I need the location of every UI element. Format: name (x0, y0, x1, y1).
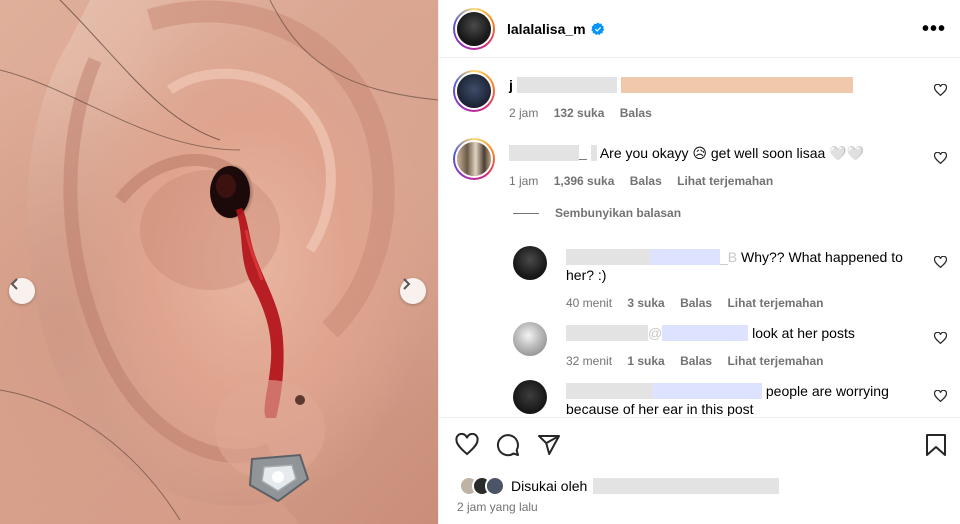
comment-button[interactable] (496, 433, 520, 457)
redacted-username (566, 249, 650, 265)
bookmark-icon (926, 434, 946, 456)
redacted-username (566, 383, 652, 399)
comment-like-icon[interactable] (933, 151, 948, 170)
author-username[interactable]: lalalalisa_m (507, 21, 586, 37)
reply-item: @ look at her posts 32 menit 1 suka Bala… (513, 322, 953, 368)
reply-likes[interactable]: 3 suka (627, 296, 664, 310)
commenter-username[interactable]: j (509, 77, 513, 93)
post-header: lalalalisa_m ••• (439, 0, 960, 58)
post-timestamp: 2 jam yang lalu (457, 500, 538, 514)
liked-by-row[interactable]: Disukai oleh (459, 476, 780, 496)
comment-like-icon[interactable] (933, 83, 948, 102)
redacted-username (516, 77, 617, 93)
share-icon (538, 435, 560, 455)
more-options-button[interactable]: ••• (922, 19, 946, 39)
next-photo-button[interactable] (400, 278, 426, 304)
save-button[interactable] (925, 433, 947, 457)
reply-likes[interactable]: 1 suka (627, 354, 664, 368)
reply-time: 32 menit (566, 354, 613, 368)
replier-avatar[interactable] (513, 246, 547, 280)
verified-icon (590, 22, 605, 36)
mention-prefix[interactable]: @ (648, 325, 662, 341)
post-sidebar: lalalalisa_m ••• j 2 jam 132 suka Balas (438, 0, 960, 524)
redacted-mention (662, 325, 749, 341)
reply-text: look at her posts (752, 325, 855, 341)
hide-replies-label: Sembunyikan balasan (555, 206, 682, 220)
replier-avatar[interactable] (513, 322, 547, 356)
see-translation-button[interactable]: Lihat terjemahan (677, 174, 773, 188)
reply-time: 40 menit (566, 296, 613, 310)
reply-button[interactable]: Balas (680, 296, 712, 310)
liker-avatar (485, 476, 505, 496)
comment-item: _ Are you okayy 😥 get well soon lisaa 🤍🤍… (453, 138, 953, 200)
reply-button[interactable]: Balas (680, 354, 712, 368)
redacted-username (590, 145, 597, 161)
commenter-avatar[interactable] (453, 70, 495, 112)
comments-list: j 2 jam 132 suka Balas _ Are you okayy 😥… (439, 58, 960, 416)
reply-button[interactable]: Balas (630, 174, 662, 188)
redacted-comment-text (620, 77, 853, 93)
redacted-username (509, 145, 579, 161)
see-translation-button[interactable]: Lihat terjemahan (727, 296, 823, 310)
redacted-liker-names (593, 478, 780, 494)
comment-icon (497, 434, 519, 457)
reply-button[interactable]: Balas (620, 106, 652, 120)
chevron-left-icon (10, 278, 18, 290)
redacted-mention (652, 383, 762, 399)
redacted-username (566, 325, 648, 341)
reply-like-icon[interactable] (933, 331, 948, 350)
chevron-right-icon (403, 278, 411, 290)
divider-line (513, 212, 539, 214)
ear-photo-illustration (0, 0, 438, 524)
hide-replies-button[interactable]: Sembunyikan balasan (513, 206, 681, 220)
comment-likes[interactable]: 132 suka (554, 106, 605, 120)
comment-likes[interactable]: 1,396 suka (554, 174, 615, 188)
redacted-mention (650, 249, 720, 265)
liked-by-label: Disukai oleh (511, 478, 588, 494)
author-avatar[interactable] (453, 7, 495, 50)
commenter-username-suffix[interactable]: _ (579, 145, 587, 161)
reply-like-icon[interactable] (933, 389, 948, 408)
reply-item: _B Why?? What happened to her? :) 40 men… (513, 246, 953, 310)
share-button[interactable] (537, 433, 561, 457)
like-button[interactable] (455, 433, 479, 457)
reply-like-icon[interactable] (933, 255, 948, 274)
post-actions: Disukai oleh 2 jam yang lalu (439, 417, 960, 524)
mention-suffix[interactable]: _B (720, 249, 737, 265)
post-photo (0, 0, 438, 524)
comment-meta: 2 jam 132 suka Balas (509, 104, 921, 122)
reply-meta: 40 menit 3 suka Balas Lihat terjemahan (566, 294, 921, 312)
comment-time: 1 jam (509, 174, 539, 188)
commenter-avatar[interactable] (453, 138, 495, 180)
reply-item: people are worrying because of her ear i… (513, 380, 953, 416)
comment-text: Are you okayy 😥 get well soon lisaa 🤍🤍 (599, 145, 865, 161)
comment-meta: 1 jam 1,396 suka Balas Lihat terjemahan (509, 172, 921, 190)
see-translation-button[interactable]: Lihat terjemahan (727, 354, 823, 368)
replier-avatar[interactable] (513, 380, 547, 414)
comment-item: j 2 jam 132 suka Balas (453, 70, 953, 132)
reply-meta: 32 menit 1 suka Balas Lihat terjemahan (566, 352, 921, 370)
comment-time: 2 jam (509, 106, 539, 120)
previous-photo-button[interactable] (9, 278, 35, 304)
heart-icon (455, 433, 479, 456)
